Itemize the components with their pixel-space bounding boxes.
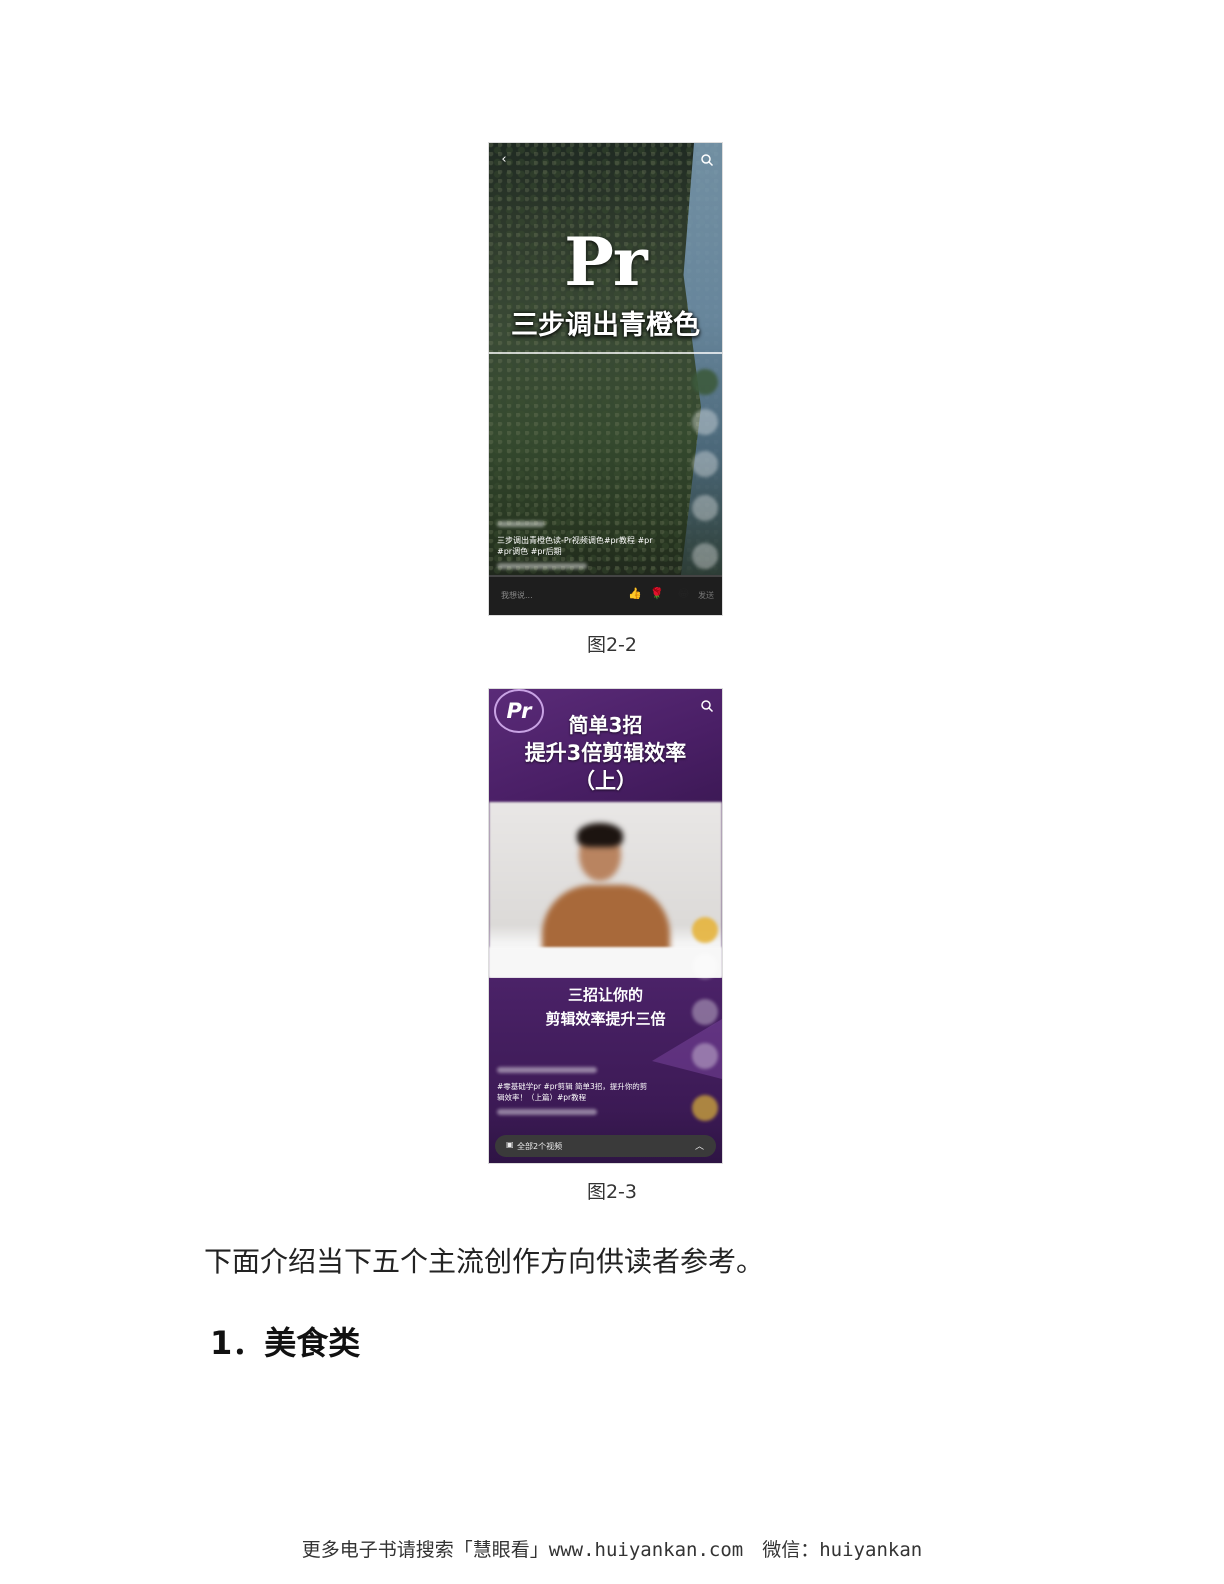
video-title-line: 简单3招 xyxy=(568,713,643,737)
author-avatar[interactable] xyxy=(692,369,718,395)
caption-line: #pr调色 #pr后期 xyxy=(497,547,562,556)
presenter-hair xyxy=(577,823,623,847)
caption-line: #零基础学pr #pr剪辑 简单3招，提升你的剪 xyxy=(497,1082,648,1091)
collection-icon: ▣ xyxy=(506,1140,514,1149)
music-disc-icon[interactable] xyxy=(692,1095,718,1121)
title-divider xyxy=(489,352,722,354)
music-info-blurred xyxy=(497,563,587,569)
thumbs-up-emoji-icon[interactable]: 👍 xyxy=(628,587,642,601)
page-footer: 更多电子书请搜索「慧眼看」www.huiyankan.com 微信：huiyan… xyxy=(301,1539,923,1561)
music-info-blurred xyxy=(497,1109,597,1115)
collection-label: 全部2个视频 xyxy=(517,1142,563,1151)
desk xyxy=(489,947,722,978)
chevron-up-icon[interactable]: ︿ xyxy=(695,1139,704,1152)
like-icon[interactable] xyxy=(692,953,718,979)
video-caption: #零基础学pr #pr剪辑 简单3招，提升你的剪 辑效率！（上篇）#pr教程 xyxy=(497,1081,677,1103)
author-name-blurred xyxy=(497,1067,597,1073)
video-subtitle: 三步调出青橙色 xyxy=(511,310,700,341)
author-name-blurred xyxy=(497,521,545,527)
like-icon[interactable] xyxy=(692,409,718,435)
caption-line: 三步调出青橙色读-Pr视频调色#pr教程 #pr xyxy=(497,536,653,545)
video-title-line: 提升3倍剪辑效率 xyxy=(524,741,687,765)
video-caption: 三步调出青橙色读-Pr视频调色#pr教程 #pr #pr调色 #pr后期 xyxy=(497,535,677,557)
comment-input[interactable]: 我想说... xyxy=(501,590,533,601)
send-button[interactable]: 发送 xyxy=(698,590,714,601)
music-disc-icon[interactable] xyxy=(692,543,718,569)
subtitle-line: 三招让你的 xyxy=(567,986,643,1004)
share-icon[interactable] xyxy=(692,1043,718,1069)
collection-bar[interactable]: ▣ 全部2个视频 ︿ xyxy=(495,1135,716,1157)
body-paragraph: 下面介绍当下五个主流创作方向供读者参考。 xyxy=(204,1245,765,1278)
subtitle-line: 剪辑效率提升三倍 xyxy=(545,1010,666,1028)
search-icon[interactable] xyxy=(700,153,714,167)
laugh-emoji-icon[interactable]: 😂 xyxy=(677,587,690,601)
video-title-line: （上） xyxy=(574,769,637,793)
comment-bar: 我想说... 👍 🌹 😂 发送 xyxy=(489,575,722,615)
figure-2-3-screenshot: Pr 简单3招 提升3倍剪辑效率 （上） 三招让你的 剪辑效率提升三倍 #零基础… xyxy=(489,689,722,1163)
caption-line: 辑效率！（上篇）#pr教程 xyxy=(497,1093,587,1102)
author-avatar[interactable] xyxy=(692,917,718,943)
back-arrow-icon[interactable]: ‹ xyxy=(497,153,511,167)
comment-icon[interactable] xyxy=(692,999,718,1025)
figure-caption: 图2-2 xyxy=(586,634,638,656)
section-heading: 1．美食类 xyxy=(210,1324,361,1362)
share-icon[interactable] xyxy=(692,495,718,521)
figure-2-2-screenshot: ‹ Pr 三步调出青橙色 三步调出青橙色读-Pr视频调色#pr教程 #pr #p… xyxy=(489,143,722,615)
rose-emoji-icon[interactable]: 🌹 xyxy=(650,587,664,601)
comment-icon[interactable] xyxy=(692,451,718,477)
figure-caption: 图2-3 xyxy=(586,1181,638,1203)
video-title-pr: Pr xyxy=(564,223,647,301)
